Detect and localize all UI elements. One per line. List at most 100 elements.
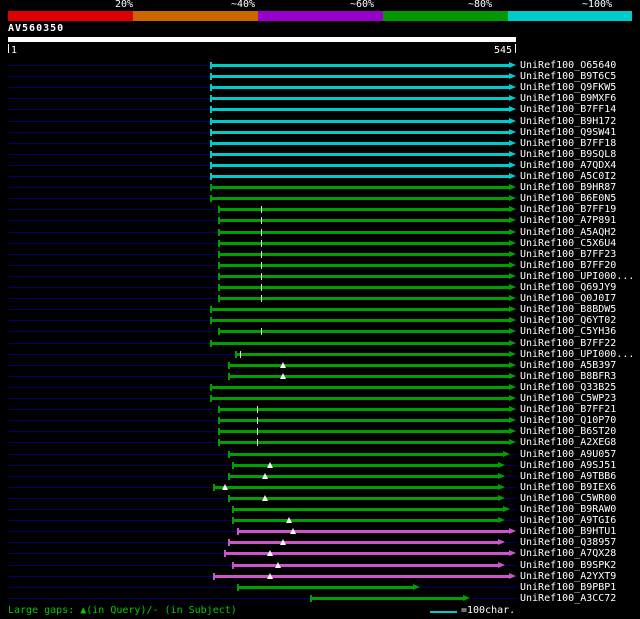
alignment-bar[interactable] xyxy=(210,127,516,138)
hit-label[interactable]: UniRef100_UPI000... xyxy=(520,271,634,282)
hit-label[interactable]: UniRef100_B7FF21 xyxy=(520,404,616,415)
hit-label[interactable]: UniRef100_A5B397 xyxy=(520,360,616,371)
hit-label[interactable]: UniRef100_B9SPK2 xyxy=(520,560,616,571)
hit-label[interactable]: UniRef100_B9T6C5 xyxy=(520,71,616,82)
alignment-bar[interactable] xyxy=(210,93,516,104)
hit-label[interactable]: UniRef100_B7FF19 xyxy=(520,204,616,215)
hit-label[interactable]: UniRef100_Q33B25 xyxy=(520,382,616,393)
hit-label[interactable]: UniRef100_B7FF14 xyxy=(520,104,616,115)
hit-label[interactable]: UniRef100_B6ST20 xyxy=(520,426,616,437)
hit-label[interactable]: UniRef100_A2YXT9 xyxy=(520,571,616,582)
alignment-bar[interactable] xyxy=(213,571,516,582)
hit-label[interactable]: UniRef100_B9HTU1 xyxy=(520,526,616,537)
hit-label[interactable]: UniRef100_C5X6U4 xyxy=(520,238,616,249)
alignment-bar[interactable] xyxy=(217,271,516,282)
hit-label[interactable]: UniRef100_O65640 xyxy=(520,60,616,71)
alignment-bar[interactable] xyxy=(210,315,516,326)
alignment-bar[interactable] xyxy=(210,60,516,71)
hit-label[interactable]: UniRef100_B8BFR3 xyxy=(520,371,616,382)
hit-label[interactable]: UniRef100_A9TBB6 xyxy=(520,471,616,482)
alignment-bar[interactable] xyxy=(210,171,516,182)
alignment-arrow-icon xyxy=(508,528,516,535)
hit-label[interactable]: UniRef100_A9TGI6 xyxy=(520,515,616,526)
hit-label[interactable]: UniRef100_B7FF20 xyxy=(520,260,616,271)
hit-label[interactable]: UniRef100_B9RAW0 xyxy=(520,504,616,515)
hit-label[interactable]: UniRef100_Q38957 xyxy=(520,537,616,548)
alignment-bar[interactable] xyxy=(210,138,516,149)
alignment-bar[interactable] xyxy=(227,493,505,504)
hit-label[interactable]: UniRef100_Q9FKW5 xyxy=(520,82,616,93)
hit-label[interactable]: UniRef100_B9H172 xyxy=(520,116,616,127)
alignment-bar[interactable] xyxy=(210,104,516,115)
alignment-bar[interactable] xyxy=(231,504,511,515)
alignment-bar[interactable] xyxy=(227,537,505,548)
hit-label[interactable]: UniRef100_Q9SW41 xyxy=(520,127,616,138)
alignment-bar[interactable] xyxy=(217,260,516,271)
alignment-bar[interactable] xyxy=(217,215,516,226)
hit-label[interactable]: UniRef100_B7FF22 xyxy=(520,338,616,349)
alignment-bar[interactable] xyxy=(210,160,516,171)
alignment-bar[interactable] xyxy=(237,582,420,593)
alignment-bar[interactable] xyxy=(210,304,516,315)
alignment-bar[interactable] xyxy=(217,227,516,238)
alignment-bar[interactable] xyxy=(210,149,516,160)
alignment-bar[interactable] xyxy=(213,482,505,493)
alignment-bar[interactable] xyxy=(235,349,516,360)
hit-label[interactable]: UniRef100_A7P891 xyxy=(520,215,616,226)
query-gap-marker-icon xyxy=(266,461,273,468)
hit-label[interactable]: UniRef100_B9IEX6 xyxy=(520,482,616,493)
alignment-bar[interactable] xyxy=(217,437,516,448)
alignment-bar[interactable] xyxy=(217,293,516,304)
hit-label[interactable]: UniRef100_B7FF18 xyxy=(520,138,616,149)
alignment-arrow-icon xyxy=(508,206,516,213)
alignment-bar[interactable] xyxy=(210,338,516,349)
hit-label[interactable]: UniRef100_C5YH36 xyxy=(520,326,616,337)
hit-label[interactable]: UniRef100_Q10P70 xyxy=(520,415,616,426)
alignment-bar[interactable] xyxy=(217,326,516,337)
alignment-bar[interactable] xyxy=(217,238,516,249)
alignment-bar[interactable] xyxy=(310,593,471,604)
hit-label[interactable]: UniRef100_B9MXF6 xyxy=(520,93,616,104)
hit-label[interactable]: UniRef100_A5C0I2 xyxy=(520,171,616,182)
hit-label[interactable]: UniRef100_B9SQL8 xyxy=(520,149,616,160)
alignment-bar[interactable] xyxy=(227,371,516,382)
hit-label[interactable]: UniRef100_A2XEG8 xyxy=(520,437,616,448)
alignment-bar[interactable] xyxy=(210,193,516,204)
alignment-bar[interactable] xyxy=(217,249,516,260)
alignment-bar[interactable] xyxy=(217,282,516,293)
alignment-bar[interactable] xyxy=(210,182,516,193)
alignment-bar[interactable] xyxy=(231,515,505,526)
alignment-bar[interactable] xyxy=(227,449,511,460)
alignment-bar[interactable] xyxy=(217,415,516,426)
hit-label[interactable]: UniRef100_C5WR00 xyxy=(520,493,616,504)
alignment-bar[interactable] xyxy=(217,426,516,437)
hit-label[interactable]: UniRef100_A3CC72 xyxy=(520,593,616,604)
hit-label[interactable]: UniRef100_B8BDW5 xyxy=(520,304,616,315)
hit-label[interactable]: UniRef100_C5WP23 xyxy=(520,393,616,404)
alignment-bar[interactable] xyxy=(210,393,516,404)
hit-label[interactable]: UniRef100_B9PBP1 xyxy=(520,582,616,593)
hit-label[interactable]: UniRef100_Q0J0I7 xyxy=(520,293,616,304)
alignment-row: UniRef100_B7FF14 xyxy=(0,104,640,115)
alignment-bar[interactable] xyxy=(231,560,505,571)
hit-label[interactable]: UniRef100_A9SJ51 xyxy=(520,460,616,471)
hit-label[interactable]: UniRef100_B7FF23 xyxy=(520,249,616,260)
hit-label[interactable]: UniRef100_B9HR87 xyxy=(520,182,616,193)
hit-label[interactable]: UniRef100_B6E0N5 xyxy=(520,193,616,204)
alignment-bar[interactable] xyxy=(210,116,516,127)
alignment-bar[interactable] xyxy=(227,471,505,482)
hit-label[interactable]: UniRef100_A7QX28 xyxy=(520,548,616,559)
alignment-bar[interactable] xyxy=(217,404,516,415)
hit-label[interactable]: UniRef100_A5AQH2 xyxy=(520,227,616,238)
alignment-bar[interactable] xyxy=(210,82,516,93)
hit-label[interactable]: UniRef100_A7QDX4 xyxy=(520,160,616,171)
hit-label[interactable]: UniRef100_UPI000... xyxy=(520,349,634,360)
hit-label[interactable]: UniRef100_A9U057 xyxy=(520,449,616,460)
alignment-bar[interactable] xyxy=(210,382,516,393)
hit-label[interactable]: UniRef100_Q69JY9 xyxy=(520,282,616,293)
hit-label[interactable]: UniRef100_Q6YT02 xyxy=(520,315,616,326)
alignment-bar[interactable] xyxy=(217,204,516,215)
alignment-bar[interactable] xyxy=(210,71,516,82)
alignment-bar[interactable] xyxy=(227,360,516,371)
alignment-bar[interactable] xyxy=(237,526,516,537)
